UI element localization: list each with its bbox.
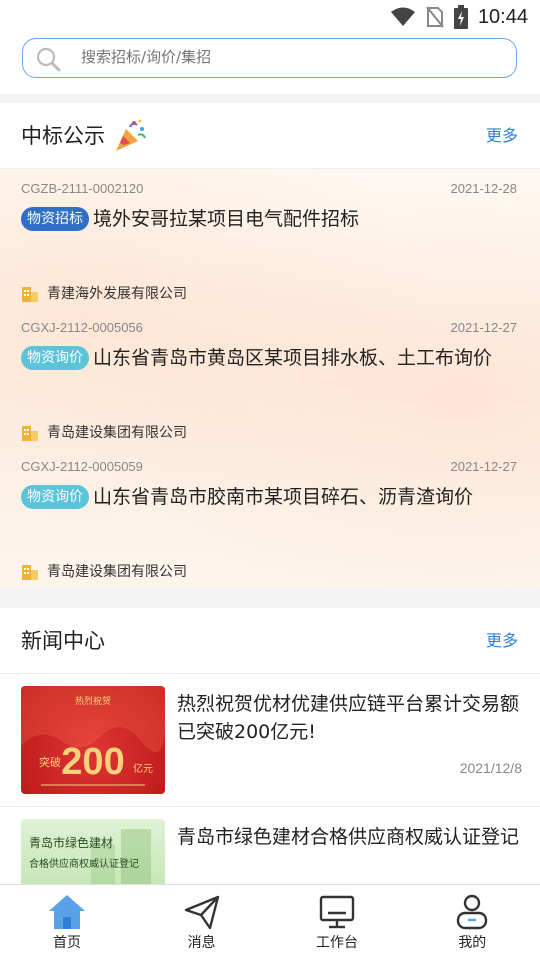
tender-title: 山东省青岛市黄岛区某项目排水板、土工布询价 [93,347,493,369]
tender-item[interactable]: CGZB-2111-0002120 2021-12-28 物资招标 境外安哥拉某项… [0,169,540,308]
home-icon [49,895,85,929]
tender-company: 青岛建设集团有限公司 [21,561,187,581]
no-sim-icon [426,6,444,28]
news-section: 新闻中心 更多 热烈祝贺 突破 200 亿元 热烈祝贺优材优建供应链平台累计交易… [0,608,540,884]
tender-body: 物资询价 山东省青岛市胶南市某项目碎石、沥青渣询价 [21,485,511,510]
search-bar [0,34,540,94]
building-icon [22,425,38,441]
tender-date: 2021-12-27 [450,459,518,474]
wifi-icon [390,7,415,26]
news-thumbnail: 青岛市绿色建材 合格供应商权威认证登记 [21,819,165,884]
battery-icon [453,5,468,29]
news-thumbnail-graphic: 热烈祝贺 突破 200 亿元 [21,686,165,786]
winning-bids-header: 中标公示 更多 [0,103,540,169]
news-header: 新闻中心 更多 [0,608,540,674]
paper-plane-icon [184,895,219,930]
tender-company-name: 青岛建设集团有限公司 [47,425,187,441]
nav-item-profile[interactable]: 我的 [405,885,540,960]
building-icon [22,564,38,580]
tender-item[interactable]: CGXJ-2112-0005059 2021-12-27 物资询价 山东省青岛市胶… [0,447,540,586]
news-thumbnail-graphic: 青岛市绿色建材 合格供应商权威认证登记 [29,829,151,884]
winning-bids-more-link[interactable]: 更多 [486,103,518,169]
tender-item[interactable]: CGXJ-2112-0005056 2021-12-27 物资询价 山东省青岛市黄… [0,308,540,447]
thumb-prefix-text: 突破 [39,755,61,769]
thumb-line2: 合格供应商权威认证登记 [29,857,139,870]
tender-body: 物资招标 境外安哥拉某项目电气配件招标 [21,207,511,232]
tender-tag: 物资询价 [21,346,89,370]
news-item[interactable]: 青岛市绿色建材 合格供应商权威认证登记 青岛市绿色建材合格供应商权威认证登记 [0,807,540,884]
tender-code: CGZB-2111-0002120 [21,181,144,196]
tender-company: 青岛建设集团有限公司 [21,422,187,442]
tender-tag: 物资询价 [21,485,89,509]
status-icons: 10:44 [390,4,528,30]
user-icon [457,894,488,930]
status-bar: 10:44 [0,0,540,34]
news-item[interactable]: 热烈祝贺 突破 200 亿元 热烈祝贺优材优建供应链平台累计交易额已突破200亿… [0,674,540,807]
thumb-unit-text: 亿元 [133,762,153,775]
search-icon [36,47,61,72]
party-popper-icon [116,119,146,151]
tender-tag: 物资招标 [21,207,89,231]
search-box[interactable] [22,38,517,78]
nav-item-home[interactable]: 首页 [0,885,134,960]
news-item-date: 2021/12/8 [459,760,522,776]
news-title: 新闻中心 [21,629,105,653]
building-icon [22,286,38,302]
winning-bids-section: 中标公示 更多 CGZB-2111-0002120 2021-12-28 物资招… [0,103,540,586]
nav-item-messages[interactable]: 消息 [134,885,269,960]
tender-title: 山东省青岛市胶南市某项目碎石、沥青渣询价 [93,486,474,508]
nav-item-workbench[interactable]: 工作台 [269,885,404,960]
search-input[interactable] [81,39,481,76]
news-more-link[interactable]: 更多 [486,608,518,674]
nav-label: 首页 [53,935,81,951]
tender-list: CGZB-2111-0002120 2021-12-28 物资招标 境外安哥拉某项… [0,169,540,586]
tender-body: 物资询价 山东省青岛市黄岛区某项目排水板、土工布询价 [21,346,511,371]
nav-label: 工作台 [315,935,358,951]
nav-label: 消息 [187,935,216,951]
nav-label: 我的 [458,935,487,951]
news-thumbnail: 热烈祝贺 突破 200 亿元 [21,686,165,794]
tender-company: 青建海外发展有限公司 [21,283,187,303]
status-time: 10:44 [477,5,528,28]
tender-company-name: 青岛建设集团有限公司 [47,564,187,580]
tender-code: CGXJ-2112-0005059 [21,459,143,474]
news-item-title: 热烈祝贺优材优建供应链平台累计交易额已突破200亿元! [177,693,520,743]
tender-date: 2021-12-28 [450,181,518,196]
monitor-icon [319,895,355,929]
tender-title: 境外安哥拉某项目电气配件招标 [93,208,360,230]
tender-company-name: 青建海外发展有限公司 [47,286,187,302]
thumb-line1: 青岛市绿色建材 [29,835,113,850]
winning-bids-title: 中标公示 [21,124,105,148]
tender-date: 2021-12-27 [450,320,518,335]
tender-code: CGXJ-2112-0005056 [21,320,143,335]
thumb-number-text: 200 [61,741,124,783]
thumb-top-text: 热烈祝贺 [75,695,111,707]
bottom-nav: 首页 消息 工作台 我的 [0,884,540,960]
news-item-title: 青岛市绿色建材合格供应商权威认证登记 [177,826,520,848]
